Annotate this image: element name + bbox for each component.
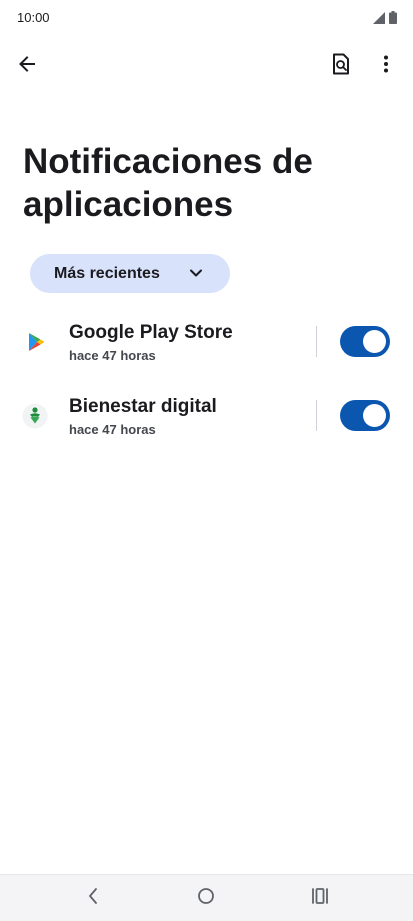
notification-toggle-google-play-store[interactable] — [340, 326, 390, 357]
status-time: 10:00 — [17, 10, 50, 25]
notification-toggle-bienestar-digital[interactable] — [340, 400, 390, 431]
filter-dropdown[interactable]: Más recientes — [30, 254, 230, 293]
app-time: hace 47 horas — [69, 422, 156, 437]
back-button[interactable] — [7, 46, 47, 86]
app-name: Google Play Store — [69, 322, 233, 343]
toggle-knob — [363, 330, 386, 353]
page-title: Notificaciones de aplicaciones — [23, 142, 313, 224]
row-divider — [316, 400, 317, 431]
top-app-bar — [0, 44, 413, 88]
more-vert-icon — [383, 55, 389, 78]
search-settings-icon — [331, 53, 351, 80]
system-navigation-bar — [0, 874, 413, 921]
nav-recents-button[interactable] — [306, 885, 334, 911]
more-options-button[interactable] — [366, 46, 406, 86]
signal-icon — [373, 11, 385, 29]
app-name: Bienestar digital — [69, 396, 217, 417]
toggle-knob — [363, 404, 386, 427]
app-row-google-play-store[interactable]: Google Play Store hace 47 horas — [0, 310, 413, 374]
status-bar: 10:00 — [0, 0, 413, 36]
app-row-bienestar-digital[interactable]: Bienestar digital hace 47 horas — [0, 384, 413, 448]
row-divider — [316, 326, 317, 357]
battery-icon — [389, 11, 397, 29]
status-icons — [373, 11, 397, 29]
nav-home-icon — [197, 887, 215, 910]
arrow-back-icon — [17, 54, 37, 79]
chevron-down-icon — [186, 263, 206, 283]
nav-recents-icon — [311, 887, 329, 909]
nav-back-icon — [87, 887, 99, 910]
nav-home-button[interactable] — [192, 885, 220, 911]
app-time: hace 47 horas — [69, 348, 156, 363]
search-settings-button[interactable] — [321, 46, 361, 86]
filter-label: Más recientes — [54, 265, 160, 282]
nav-back-button[interactable] — [79, 885, 107, 911]
digital-wellbeing-icon — [22, 403, 48, 429]
google-play-icon — [22, 329, 48, 355]
